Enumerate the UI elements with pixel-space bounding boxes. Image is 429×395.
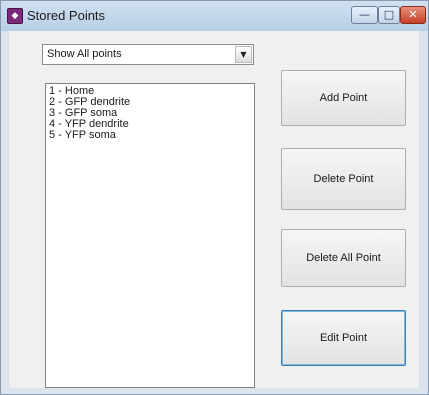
maximize-button[interactable]: □ bbox=[378, 6, 400, 24]
chevron-down-icon[interactable]: ▼ bbox=[235, 46, 252, 63]
title-bar[interactable]: ◆ Stored Points — □ ✕ bbox=[1, 1, 428, 31]
app-icon: ◆ bbox=[7, 8, 23, 24]
list-item[interactable]: 5 - YFP soma bbox=[49, 130, 116, 141]
point-filter-value: Show All points bbox=[47, 48, 122, 60]
delete-all-points-button[interactable]: Delete All Point bbox=[281, 229, 406, 287]
points-listbox[interactable]: 1 - Home 2 - GFP dendrite 3 - GFP soma 4… bbox=[45, 83, 255, 388]
point-filter-dropdown[interactable]: Show All points ▼ bbox=[42, 44, 254, 65]
edit-point-button[interactable]: Edit Point bbox=[281, 310, 406, 366]
close-button[interactable]: ✕ bbox=[400, 6, 426, 24]
minimize-button[interactable]: — bbox=[351, 6, 378, 24]
stored-points-window: ◆ Stored Points — □ ✕ Show All points ▼ … bbox=[0, 0, 429, 395]
add-point-button[interactable]: Add Point bbox=[281, 70, 406, 126]
window-title: Stored Points bbox=[27, 8, 106, 23]
delete-point-button[interactable]: Delete Point bbox=[281, 148, 406, 210]
